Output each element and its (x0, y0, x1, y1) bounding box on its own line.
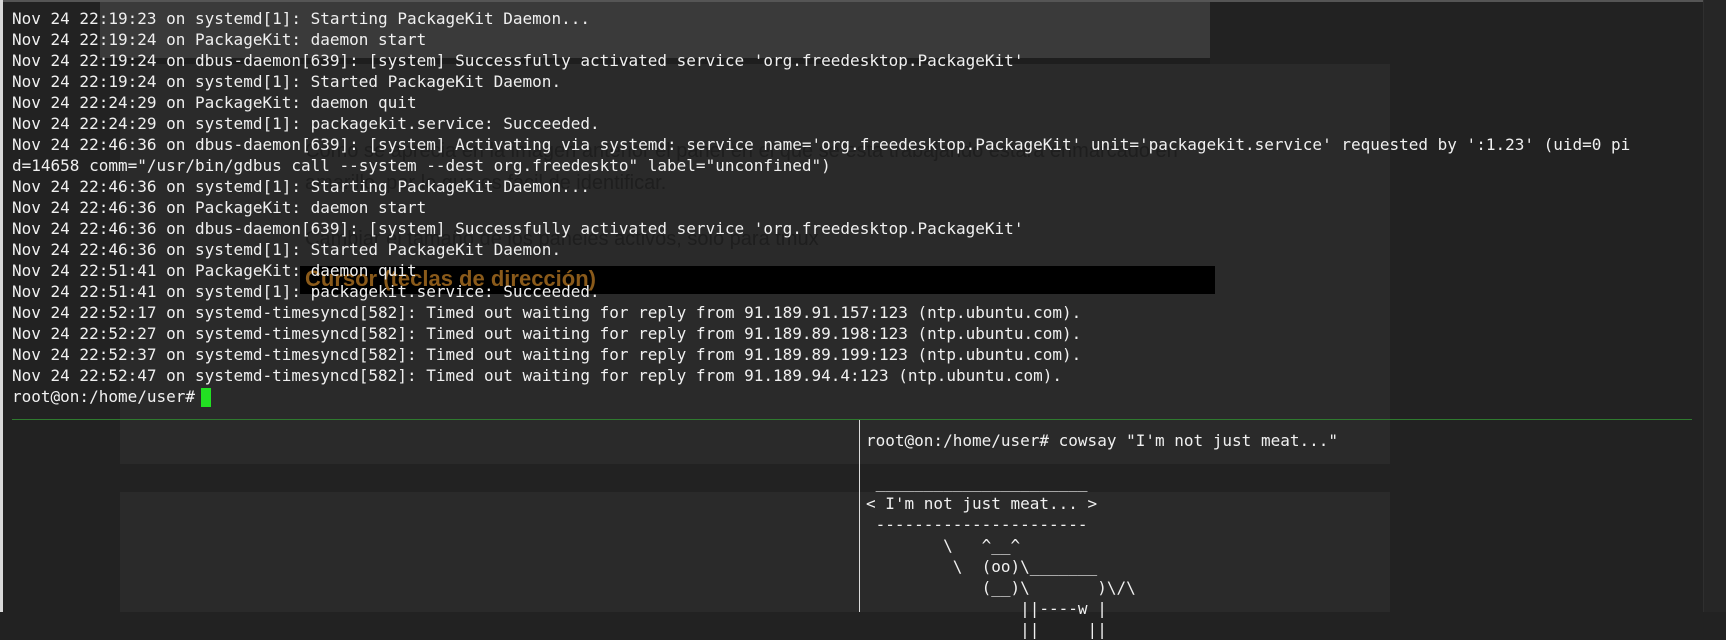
log-line: Nov 24 22:52:17 on systemd-timesyncd[582… (12, 303, 1082, 322)
log-line: Nov 24 22:52:27 on systemd-timesyncd[582… (12, 324, 1082, 343)
window-left-edge (0, 0, 3, 612)
log-line: Nov 24 22:52:47 on systemd-timesyncd[582… (12, 366, 1062, 385)
terminal-cursor (201, 388, 212, 407)
cowsay-line: || || (866, 620, 1107, 639)
terminal-pane-bottom-left[interactable] (12, 421, 858, 612)
log-line: Nov 24 22:51:41 on PackageKit: daemon qu… (12, 261, 417, 280)
log-line: d=14658 comm="/usr/bin/gdbus call --syst… (12, 156, 831, 175)
cowsay-line: < I'm not just meat... > (866, 494, 1098, 513)
log-line: Nov 24 22:46:36 on dbus-daemon[639]: [sy… (12, 219, 1024, 238)
cowsay-line: \ (oo)\_______ (866, 557, 1098, 576)
cowsay-line: ______________________ (866, 473, 1088, 492)
log-line: Nov 24 22:24:29 on PackageKit: daemon qu… (12, 93, 417, 112)
log-line: Nov 24 22:19:23 on systemd[1]: Starting … (12, 9, 590, 28)
log-line: Nov 24 22:46:36 on systemd[1]: Started P… (12, 240, 562, 259)
window-top-edge (0, 0, 1726, 2)
log-line: Nov 24 22:19:24 on systemd[1]: Started P… (12, 72, 562, 91)
terminal-pane-top[interactable]: Nov 24 22:19:23 on systemd[1]: Starting … (12, 8, 1712, 407)
shell-prompt-line[interactable]: root@on:/home/user# (12, 386, 1712, 407)
cowsay-line: (__)\ )\/\ (866, 578, 1136, 597)
log-line: Nov 24 22:46:36 on systemd[1]: Starting … (12, 177, 590, 196)
log-line: Nov 24 22:24:29 on systemd[1]: packageki… (12, 114, 600, 133)
log-line: Nov 24 22:19:24 on dbus-daemon[639]: [sy… (12, 51, 1024, 70)
log-line: Nov 24 22:46:36 on PackageKit: daemon st… (12, 198, 427, 217)
cowsay-line: \ ^__^ (866, 536, 1021, 555)
terminal-pane-bottom-right[interactable]: root@on:/home/user# cowsay "I'm not just… (866, 430, 1386, 640)
log-line: Nov 24 22:46:36 on dbus-daemon[639]: [sy… (12, 135, 1631, 154)
cowsay-line: ---------------------- (866, 515, 1088, 534)
pane-divider-vertical[interactable] (859, 420, 860, 612)
cowsay-command-line: root@on:/home/user# cowsay "I'm not just… (866, 431, 1339, 450)
log-line: Nov 24 22:19:24 on PackageKit: daemon st… (12, 30, 427, 49)
log-line: Nov 24 22:51:41 on systemd[1]: packageki… (12, 282, 600, 301)
cowsay-line: ||----w | (866, 599, 1107, 618)
log-line: Nov 24 22:52:37 on systemd-timesyncd[582… (12, 345, 1082, 364)
shell-prompt: root@on:/home/user# (12, 387, 196, 406)
cowsay-line (866, 451, 1386, 472)
pane-divider-horizontal[interactable] (12, 419, 1692, 420)
